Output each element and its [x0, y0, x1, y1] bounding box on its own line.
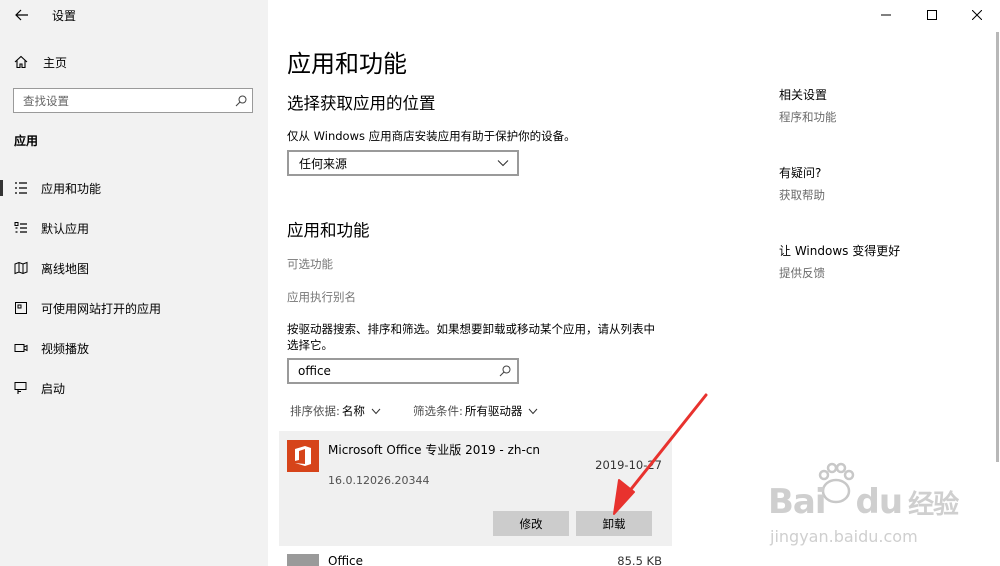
page-title: 应用和功能	[287, 50, 407, 78]
related-settings-title: 相关设置	[779, 88, 828, 102]
install-source-description: 仅从 Windows 应用商店安装应用有助于保护你的设备。	[287, 129, 576, 143]
filter-by-dropdown[interactable]: 筛选条件: 所有驱动器	[413, 403, 538, 419]
section-label-apps: 应用	[14, 134, 39, 148]
sort-key-label: 排序依据:	[290, 404, 340, 418]
app-install-date: 2019-10-27	[595, 458, 662, 472]
apps-features-heading: 应用和功能	[287, 221, 370, 240]
back-arrow-icon	[15, 9, 28, 21]
help-title: 有疑问?	[779, 166, 822, 180]
watermark-brand: Bai	[768, 482, 827, 522]
chevron-down-icon	[529, 408, 538, 414]
settings-search-box[interactable]	[13, 88, 253, 113]
instructions-line-1: 按驱动器搜索、排序和筛选。如果想要卸载或移动某个应用，请从列表中	[287, 322, 655, 336]
install-source-heading: 选择获取应用的位置	[287, 94, 436, 113]
sort-by-dropdown[interactable]: 排序依据: 名称	[290, 403, 381, 419]
app-name: Microsoft Office 专业版 2019 - zh-cn	[328, 443, 541, 457]
back-button[interactable]	[8, 4, 36, 26]
office-app-icon	[287, 440, 319, 472]
filter-key-label: 筛选条件:	[413, 404, 463, 418]
sort-value: 名称	[341, 404, 365, 418]
feedback-title: 让 Windows 变得更好	[779, 244, 901, 258]
optional-features-link[interactable]: 可选功能	[287, 256, 333, 272]
sidebar-item-label: 视频播放	[41, 341, 90, 356]
title-bar: 设置	[0, 0, 268, 30]
dropdown-value: 任何来源	[299, 156, 348, 171]
chevron-down-icon	[497, 160, 509, 167]
app-execution-aliases-link[interactable]: 应用执行别名	[287, 289, 356, 305]
app-name: Office	[328, 554, 364, 566]
sidebar-item-label: 可使用网站打开的应用	[41, 301, 162, 316]
app-list-item-selected[interactable]: Microsoft Office 专业版 2019 - zh-cn 2019-1…	[279, 431, 672, 546]
app-search-box[interactable]	[287, 358, 519, 384]
filter-value: 所有驱动器	[464, 404, 523, 418]
sidebar-item-default-apps[interactable]: 默认应用	[0, 213, 268, 243]
sidebar-item-apps-for-websites[interactable]: 可使用网站打开的应用	[0, 293, 268, 323]
sidebar-item-startup[interactable]: 启动	[0, 373, 268, 403]
search-icon[interactable]	[493, 365, 517, 377]
watermark-brand-2: du	[855, 482, 904, 522]
instructions-line-2: 选择它。	[287, 338, 333, 352]
office-app-icon	[287, 554, 319, 566]
baidu-watermark: Bai du 经验 jingyan.baidu.com	[768, 455, 988, 555]
programs-features-link[interactable]: 程序和功能	[779, 109, 837, 125]
sidebar-item-label: 离线地图	[41, 261, 90, 276]
default-apps-icon	[13, 220, 29, 236]
modify-button[interactable]: 修改	[493, 511, 569, 536]
give-feedback-link[interactable]: 提供反馈	[779, 265, 825, 281]
uninstall-button[interactable]: 卸载	[576, 511, 652, 536]
home-icon	[14, 55, 28, 69]
apps-for-websites-icon	[13, 300, 29, 316]
startup-icon	[13, 380, 29, 396]
app-size: 85.5 KB	[617, 554, 662, 566]
settings-search-input[interactable]	[23, 93, 230, 108]
offline-maps-icon	[13, 260, 29, 276]
apps-features-icon	[13, 180, 29, 196]
sidebar-item-video-playback[interactable]: 视频播放	[0, 333, 268, 363]
sidebar-item-label: 启动	[41, 381, 66, 396]
app-version: 16.0.12026.20344	[328, 474, 430, 487]
get-help-link[interactable]: 获取帮助	[779, 187, 825, 203]
search-icon[interactable]	[230, 95, 252, 107]
sidebar: 设置 主页 应用 应用和功能 默认应用 离线地图 可使用网站打开的应用	[0, 0, 268, 566]
watermark-cn: 经验	[908, 490, 959, 520]
nav-home-label: 主页	[43, 55, 68, 70]
sidebar-item-label: 应用和功能	[41, 181, 102, 196]
chevron-down-icon	[371, 408, 381, 414]
sidebar-item-offline-maps[interactable]: 离线地图	[0, 253, 268, 283]
app-list-item[interactable]: Office 85.5 KB	[279, 548, 672, 566]
nav-home[interactable]: 主页	[0, 48, 268, 76]
sidebar-item-apps-features[interactable]: 应用和功能	[0, 173, 268, 203]
watermark-url: jingyan.baidu.com	[770, 527, 918, 546]
video-playback-icon	[13, 340, 29, 356]
window-title: 设置	[52, 9, 77, 23]
scrollbar[interactable]	[996, 32, 999, 462]
app-search-input[interactable]	[298, 364, 493, 378]
sidebar-item-label: 默认应用	[41, 221, 90, 236]
install-source-dropdown[interactable]: 任何来源	[287, 150, 519, 176]
